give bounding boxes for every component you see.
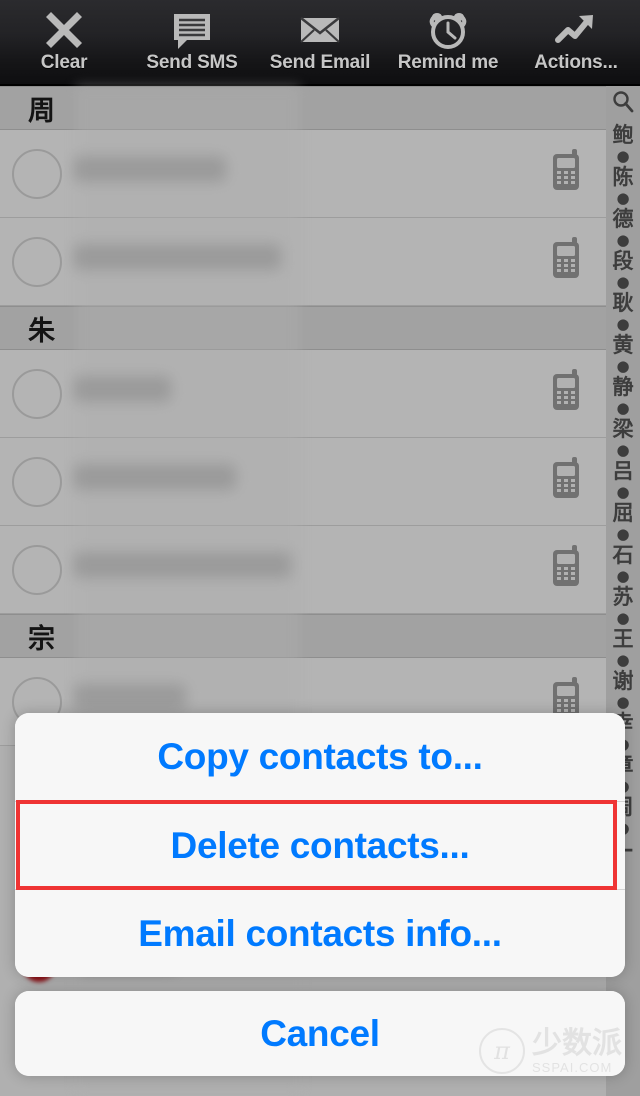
action-sheet: Copy contacts to... Delete contacts... E…	[15, 713, 625, 977]
contact-row[interactable]	[0, 130, 640, 218]
index-entry[interactable]: 陈	[613, 164, 634, 190]
action-sheet-cancel-group: Cancel	[15, 991, 625, 1076]
toolbar-button-clear[interactable]: Clear	[2, 0, 126, 74]
section-header: 周	[0, 86, 640, 130]
row-checkbox[interactable]	[12, 456, 62, 507]
index-entry[interactable]: ●	[616, 610, 629, 626]
index-entry[interactable]: 段	[613, 248, 634, 274]
app-screen: Clear Send SMS Send Email Remind me Acti…	[0, 0, 640, 1096]
contact-name-redacted	[76, 218, 550, 306]
index-entry[interactable]: ●	[616, 652, 629, 668]
toolbar-label-actions: Actions...	[534, 52, 618, 73]
toolbar-label-send-sms: Send SMS	[146, 52, 238, 73]
row-checkbox[interactable]	[12, 236, 62, 287]
index-entry[interactable]: 屈	[613, 500, 634, 526]
index-entry[interactable]: 石	[613, 542, 634, 568]
index-entry[interactable]: ●	[616, 442, 629, 458]
contact-name-redacted	[76, 350, 550, 438]
index-entry[interactable]: 谢	[613, 668, 634, 694]
mobile-phone-icon	[550, 457, 584, 506]
index-entry[interactable]: 德	[613, 206, 634, 232]
cancel-button[interactable]: Cancel	[15, 991, 625, 1076]
mobile-phone-icon	[550, 545, 584, 594]
index-entry[interactable]: 梁	[613, 416, 634, 442]
action-delete-contacts[interactable]: Delete contacts...	[15, 801, 625, 889]
close-x-icon	[41, 6, 87, 54]
index-entry[interactable]: 苏	[613, 584, 634, 610]
mobile-phone-icon	[550, 237, 584, 286]
toolbar-label-send-email: Send Email	[269, 52, 371, 73]
toolbar-label-clear: Clear	[40, 52, 88, 73]
contact-name-redacted	[76, 438, 550, 526]
index-entry[interactable]: 吕	[613, 458, 634, 484]
index-entry[interactable]: ●	[616, 568, 629, 584]
contact-row[interactable]	[0, 526, 640, 614]
action-copy-contacts-to[interactable]: Copy contacts to...	[15, 713, 625, 801]
alarm-clock-icon	[425, 6, 471, 54]
top-toolbar: Clear Send SMS Send Email Remind me Acti…	[0, 0, 640, 86]
trending-arrow-icon	[553, 6, 599, 54]
index-entry[interactable]: ●	[616, 400, 629, 416]
toolbar-button-send-sms[interactable]: Send SMS	[130, 0, 254, 74]
section-title: 朱	[28, 315, 55, 347]
toolbar-button-remind-me[interactable]: Remind me	[386, 0, 510, 74]
row-checkbox[interactable]	[12, 368, 62, 419]
index-entry[interactable]: 王	[613, 626, 634, 652]
section-title: 周	[28, 95, 55, 127]
action-email-contacts-info[interactable]: Email contacts info...	[15, 889, 625, 977]
contact-name-redacted	[76, 130, 550, 218]
row-checkbox[interactable]	[12, 544, 62, 595]
envelope-icon	[297, 6, 343, 54]
index-entry[interactable]: ●	[616, 316, 629, 332]
row-checkbox[interactable]	[12, 148, 62, 199]
index-entry[interactable]: 黄	[613, 332, 634, 358]
speech-bubble-icon	[169, 6, 215, 54]
index-entry[interactable]: ●	[616, 148, 629, 164]
contact-row[interactable]	[0, 438, 640, 526]
contact-row[interactable]	[0, 350, 640, 438]
index-entry[interactable]: 耿	[613, 290, 634, 316]
index-entry[interactable]: ●	[616, 484, 629, 500]
contact-row[interactable]	[0, 218, 640, 306]
toolbar-label-remind-me: Remind me	[397, 52, 499, 73]
section-title: 宗	[28, 623, 55, 655]
index-entry[interactable]: 鲍	[613, 122, 634, 148]
index-entry[interactable]: 静	[613, 374, 634, 400]
section-header: 朱	[0, 306, 640, 350]
index-entry[interactable]: ●	[616, 232, 629, 248]
index-entry[interactable]: ●	[616, 694, 629, 710]
contact-name-redacted	[76, 526, 550, 614]
index-entry[interactable]: ●	[616, 358, 629, 374]
toolbar-button-send-email[interactable]: Send Email	[258, 0, 382, 74]
mobile-phone-icon	[550, 149, 584, 198]
index-entry[interactable]: ●	[616, 526, 629, 542]
index-entry[interactable]: ●	[616, 190, 629, 206]
search-icon[interactable]	[612, 90, 634, 122]
toolbar-button-actions[interactable]: Actions...	[514, 0, 638, 74]
index-entry[interactable]: ●	[616, 274, 629, 290]
mobile-phone-icon	[550, 369, 584, 418]
section-header: 宗	[0, 614, 640, 658]
